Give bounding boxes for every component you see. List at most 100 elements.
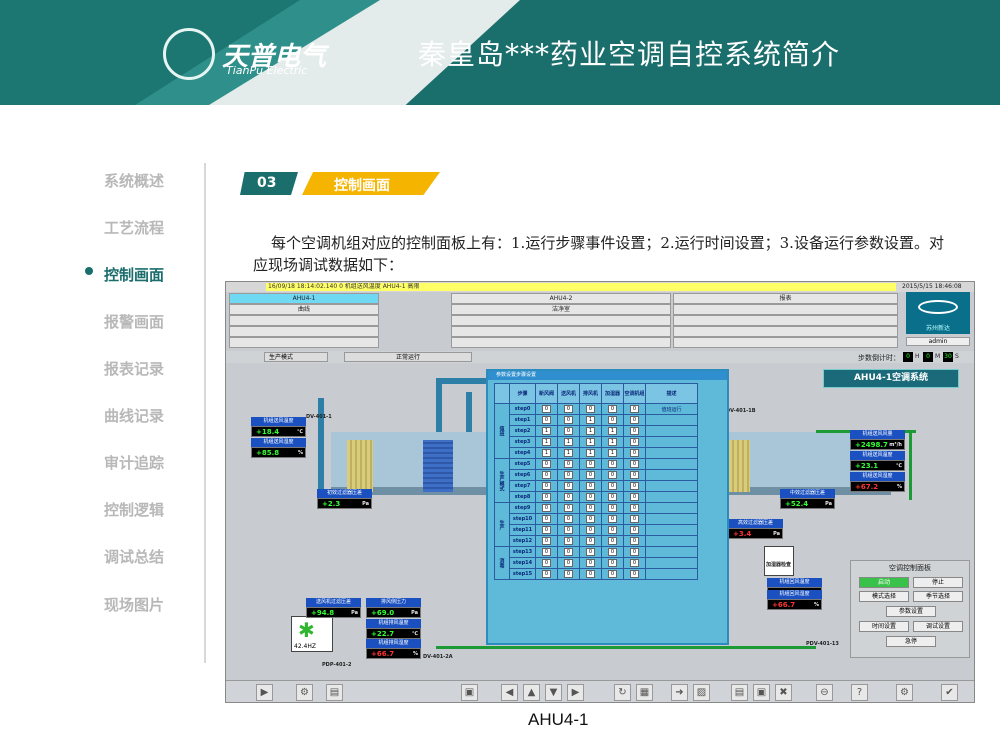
step-value-input[interactable]: 0 [564,471,573,479]
step-value-input[interactable]: 0 [564,515,573,523]
step-value-input[interactable]: 0 [608,482,617,490]
step-value-input[interactable]: 1 [542,438,551,446]
step-value-input[interactable]: 0 [630,427,639,435]
step-value-input[interactable]: 0 [630,449,639,457]
mode-select[interactable]: 生产模式 [264,352,328,362]
sidebar-item[interactable]: 报警画面 [104,311,164,332]
step-value-input[interactable]: 0 [630,548,639,556]
step-value-input[interactable]: 0 [608,504,617,512]
scada-nav-button-empty[interactable] [229,337,379,348]
step-value-input[interactable]: 0 [586,526,595,534]
scada-nav-button[interactable]: 洁净室 [451,304,671,315]
control-button[interactable]: 时间设置 [859,621,909,632]
step-value-input[interactable]: 0 [586,405,595,413]
sidebar-item[interactable]: 现场图片 [104,594,164,615]
step-value-input[interactable]: 1 [542,427,551,435]
step-value-input[interactable]: 1 [586,449,595,457]
step-value-input[interactable]: 0 [586,537,595,545]
step-value-input[interactable]: 0 [564,526,573,534]
step-value-input[interactable]: 0 [564,427,573,435]
step-value-input[interactable]: 0 [630,482,639,490]
control-button[interactable]: 启动 [859,577,909,588]
step-value-input[interactable]: 0 [630,515,639,523]
step-value-input[interactable]: 0 [542,559,551,567]
step-value-input[interactable]: 0 [608,460,617,468]
step-value-input[interactable]: 0 [564,537,573,545]
save-icon[interactable]: ▣ [753,684,770,701]
step-value-input[interactable]: 0 [630,471,639,479]
folder-icon[interactable]: ▤ [326,684,343,701]
export-icon[interactable]: ➜ [671,684,688,701]
sidebar-item[interactable]: 工艺流程 [104,217,164,238]
step-value-input[interactable]: 0 [542,482,551,490]
step-value-input[interactable]: 0 [586,559,595,567]
step-value-input[interactable]: 0 [542,570,551,578]
tools-icon[interactable]: ⚙ [296,684,313,701]
step-value-input[interactable]: 1 [586,416,595,424]
step-value-input[interactable]: 1 [586,427,595,435]
scada-nav-button-empty[interactable] [451,326,671,337]
down-icon[interactable]: ▼ [545,684,562,701]
scada-nav-button[interactable]: 报表 [673,293,898,304]
step-value-input[interactable]: 0 [586,460,595,468]
sidebar-item[interactable]: 审计追踪 [104,452,164,473]
step-value-input[interactable]: 0 [608,471,617,479]
control-button[interactable]: 停止 [913,577,963,588]
refresh-icon[interactable]: ↻ [614,684,631,701]
up-icon[interactable]: ▲ [523,684,540,701]
play-icon[interactable]: ▶ [256,684,273,701]
step-value-input[interactable]: 0 [608,405,617,413]
step-value-input[interactable]: 0 [630,504,639,512]
pages-icon[interactable]: ▣ [461,684,478,701]
step-value-input[interactable]: 0 [542,416,551,424]
scada-nav-button-empty[interactable] [229,326,379,337]
zoom-icon[interactable]: ⊖ [816,684,833,701]
sidebar-item[interactable]: 控制画面 [104,264,164,285]
sidebar-item[interactable]: 报表记录 [104,358,164,379]
scada-nav-button[interactable]: AHU4-2 [451,293,671,304]
step-value-input[interactable]: 0 [542,537,551,545]
confirm-icon[interactable]: ✔ [941,684,958,701]
step-value-input[interactable]: 0 [608,570,617,578]
scada-nav-button[interactable]: AHU4-1 [229,293,379,304]
scada-nav-button-empty[interactable] [451,337,671,348]
step-value-input[interactable]: 0 [542,515,551,523]
step-value-input[interactable]: 0 [542,460,551,468]
step-value-input[interactable]: 1 [586,438,595,446]
step-value-input[interactable]: 0 [630,438,639,446]
step-value-input[interactable]: 0 [564,548,573,556]
step-value-input[interactable]: 1 [542,449,551,457]
scada-nav-button[interactable] [673,304,898,315]
help-icon[interactable]: ? [851,684,868,701]
step-value-input[interactable]: 0 [586,515,595,523]
step-value-input[interactable]: 0 [564,493,573,501]
step-value-input[interactable]: 0 [608,559,617,567]
scada-nav-button-empty[interactable] [451,315,671,326]
step-value-input[interactable]: 0 [608,526,617,534]
step-value-input[interactable]: 0 [564,482,573,490]
grid-icon[interactable]: ▦ [636,684,653,701]
delete-icon[interactable]: ✖ [775,684,792,701]
step-value-input[interactable]: 0 [542,471,551,479]
control-button[interactable]: 调试设置 [913,621,963,632]
step-value-input[interactable]: 0 [564,570,573,578]
step-value-input[interactable]: 0 [586,482,595,490]
step-value-input[interactable]: 0 [564,460,573,468]
control-button[interactable]: 模式选择 [859,591,909,602]
step-value-input[interactable]: 0 [608,416,617,424]
next-icon[interactable]: ▶ [567,684,584,701]
step-value-input[interactable]: 0 [564,405,573,413]
step-value-input[interactable]: 0 [630,559,639,567]
step-value-input[interactable]: 0 [542,504,551,512]
user-label[interactable]: admin [906,337,970,346]
sidebar-item[interactable]: 调试总结 [104,546,164,567]
step-value-input[interactable]: 0 [564,559,573,567]
settings-icon[interactable]: ⚙ [896,684,913,701]
step-value-input[interactable]: 0 [630,570,639,578]
scada-nav-button-empty[interactable] [229,315,379,326]
step-value-input[interactable]: 0 [586,493,595,501]
step-value-input[interactable]: 0 [586,504,595,512]
step-value-input[interactable]: 0 [586,570,595,578]
sidebar-item[interactable]: 系统概述 [104,170,164,191]
report-icon[interactable]: ▤ [731,684,748,701]
